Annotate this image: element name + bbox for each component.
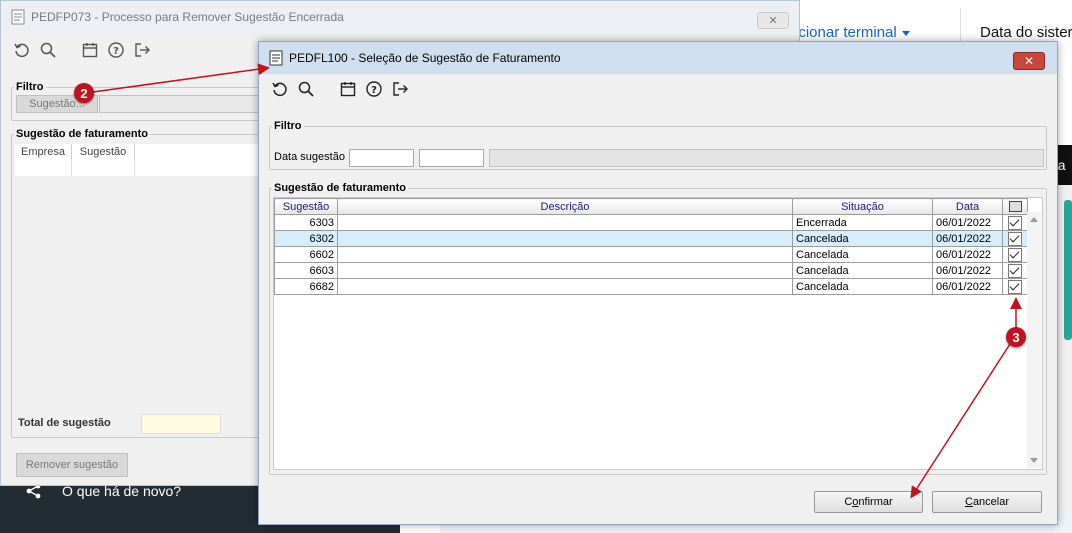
arrow-to-title bbox=[92, 63, 270, 93]
step-2-badge: 2 bbox=[74, 83, 94, 103]
step-3-badge: 3 bbox=[1006, 327, 1026, 347]
arrow-to-confirm bbox=[910, 343, 1011, 499]
annotation-arrows bbox=[92, 63, 1022, 499]
